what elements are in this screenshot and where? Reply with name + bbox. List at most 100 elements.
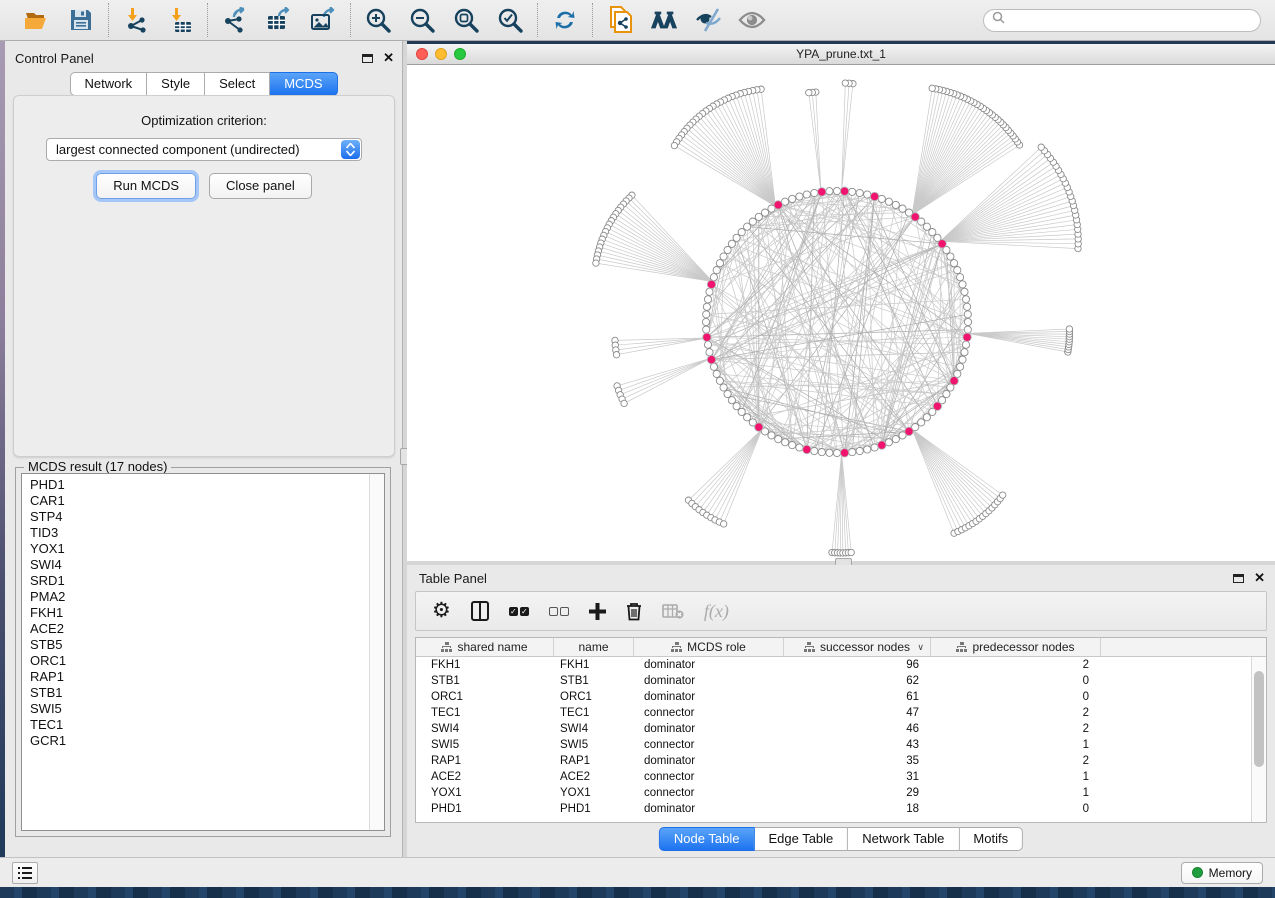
column-header[interactable]: MCDS role bbox=[634, 638, 784, 656]
network-window-titlebar[interactable]: YPA_prune.txt_1 bbox=[407, 44, 1275, 65]
cell: connector bbox=[634, 771, 784, 783]
float-panel-icon[interactable] bbox=[362, 54, 373, 63]
zoom-fit-icon[interactable] bbox=[452, 6, 480, 34]
criterion-select[interactable]: largest connected component (undirected) bbox=[46, 138, 362, 161]
mcds-result-item[interactable]: CAR1 bbox=[22, 493, 369, 509]
delete-column-icon[interactable] bbox=[626, 602, 642, 621]
table-row[interactable]: STB1STB1dominator620 bbox=[416, 673, 1251, 689]
zoom-selected-icon[interactable] bbox=[496, 6, 524, 34]
export-network-icon[interactable] bbox=[221, 6, 249, 34]
cell: dominator bbox=[634, 675, 784, 687]
cell: 0 bbox=[931, 675, 1101, 687]
mcds-result-item[interactable]: SWI5 bbox=[22, 701, 369, 717]
hide-selected-icon[interactable] bbox=[694, 6, 722, 34]
mcds-result-item[interactable]: RAP1 bbox=[22, 669, 369, 685]
table-settings-icon[interactable]: ⚙ bbox=[432, 601, 451, 621]
export-image-icon[interactable] bbox=[309, 6, 337, 34]
cell: 61 bbox=[784, 691, 931, 703]
table-row[interactable]: TEC1TEC1connector472 bbox=[416, 705, 1251, 721]
cell: 2 bbox=[931, 707, 1101, 719]
tab-network-table[interactable]: Network Table bbox=[848, 827, 959, 851]
cell: YOX1 bbox=[416, 787, 554, 799]
mcds-result-item[interactable]: FKH1 bbox=[22, 605, 369, 621]
column-layout-icon[interactable] bbox=[471, 601, 489, 621]
binoculars-icon[interactable] bbox=[650, 6, 678, 34]
import-table-icon[interactable] bbox=[166, 6, 194, 34]
add-column-icon[interactable] bbox=[589, 603, 606, 620]
cell: 1 bbox=[931, 787, 1101, 799]
cell: connector bbox=[634, 787, 784, 799]
mcds-result-item[interactable]: STP4 bbox=[22, 509, 369, 525]
save-session-icon[interactable] bbox=[67, 6, 95, 34]
tab-node-table[interactable]: Node Table bbox=[659, 827, 755, 851]
cell: dominator bbox=[634, 803, 784, 815]
main-toolbar bbox=[0, 0, 1275, 41]
table-row[interactable]: RAP1RAP1dominator352 bbox=[416, 753, 1251, 769]
tab-edge-table[interactable]: Edge Table bbox=[754, 827, 848, 851]
sort-chevron-icon: ∨ bbox=[917, 642, 924, 653]
hierarchy-icon bbox=[956, 642, 967, 652]
mcds-result-item[interactable]: TID3 bbox=[22, 525, 369, 541]
float-panel-icon[interactable] bbox=[1233, 574, 1244, 583]
table-row[interactable]: ACE2ACE2connector311 bbox=[416, 769, 1251, 785]
column-header[interactable]: predecessor nodes bbox=[931, 638, 1101, 656]
column-label: MCDS role bbox=[687, 640, 746, 654]
tab-select[interactable]: Select bbox=[205, 72, 270, 96]
table-row[interactable]: FKH1FKH1dominator962 bbox=[416, 657, 1251, 673]
table-row[interactable]: SWI4SWI4dominator462 bbox=[416, 721, 1251, 737]
select-all-icon[interactable]: ✓✓ bbox=[509, 607, 529, 616]
mcds-result-item[interactable]: ACE2 bbox=[22, 621, 369, 637]
table-row[interactable]: PHD1PHD1dominator180 bbox=[416, 801, 1251, 817]
mcds-result-item[interactable]: GCR1 bbox=[22, 733, 369, 749]
run-mcds-button[interactable]: Run MCDS bbox=[96, 173, 196, 199]
table-row[interactable]: ORC1ORC1dominator610 bbox=[416, 689, 1251, 705]
import-network-icon[interactable] bbox=[122, 6, 150, 34]
zoom-out-icon[interactable] bbox=[408, 6, 436, 34]
table-row[interactable]: YOX1YOX1connector291 bbox=[416, 785, 1251, 801]
tab-network[interactable]: Network bbox=[69, 72, 147, 96]
mcds-result-item[interactable]: STB1 bbox=[22, 685, 369, 701]
table-body: FKH1FKH1dominator962STB1STB1dominator620… bbox=[416, 657, 1251, 822]
task-history-button[interactable] bbox=[12, 862, 38, 884]
cell: ACE2 bbox=[554, 771, 634, 783]
table-scrollbar[interactable] bbox=[1251, 657, 1266, 822]
show-all-icon[interactable] bbox=[738, 6, 766, 34]
table-panel: Table Panel ✕ ⚙ ✓✓ bbox=[407, 565, 1275, 858]
zoom-in-icon[interactable] bbox=[364, 6, 392, 34]
tab-style[interactable]: Style bbox=[147, 72, 205, 96]
column-header[interactable]: successor nodes∨ bbox=[784, 638, 931, 656]
column-header[interactable]: name bbox=[554, 638, 634, 656]
mcds-result-item[interactable]: SWI4 bbox=[22, 557, 369, 573]
cell: PHD1 bbox=[554, 803, 634, 815]
tab-motifs[interactable]: Motifs bbox=[959, 827, 1023, 851]
search-field[interactable] bbox=[983, 9, 1261, 32]
table-scrollbar-thumb[interactable] bbox=[1254, 671, 1264, 767]
table-row[interactable]: SWI5SWI5connector431 bbox=[416, 737, 1251, 753]
close-panel-icon[interactable]: ✕ bbox=[383, 53, 394, 63]
cell: ORC1 bbox=[416, 691, 554, 703]
cell: connector bbox=[634, 707, 784, 719]
column-header[interactable]: shared name bbox=[416, 638, 554, 656]
mcds-result-item[interactable]: SRD1 bbox=[22, 573, 369, 589]
search-input[interactable] bbox=[1010, 13, 1252, 27]
mcds-result-item[interactable]: YOX1 bbox=[22, 541, 369, 557]
mcds-result-item[interactable]: PMA2 bbox=[22, 589, 369, 605]
mcds-result-list[interactable]: PHD1CAR1STP4TID3YOX1SWI4SRD1PMA2FKH1ACE2… bbox=[21, 473, 385, 831]
mcds-result-item[interactable]: TEC1 bbox=[22, 717, 369, 733]
network-canvas[interactable] bbox=[407, 65, 1275, 560]
mcds-result-item[interactable]: ORC1 bbox=[22, 653, 369, 669]
close-panel-icon[interactable]: ✕ bbox=[1254, 573, 1265, 583]
mcds-list-scrollbar[interactable] bbox=[369, 474, 384, 830]
tab-mcds[interactable]: MCDS bbox=[270, 72, 337, 96]
open-file-icon[interactable] bbox=[23, 6, 51, 34]
refresh-icon[interactable] bbox=[551, 6, 579, 34]
hierarchy-icon bbox=[441, 642, 452, 652]
deselect-all-icon[interactable] bbox=[549, 607, 569, 616]
mcds-result-item[interactable]: PHD1 bbox=[22, 477, 369, 493]
memory-button[interactable]: Memory bbox=[1181, 862, 1263, 884]
clone-network-icon[interactable] bbox=[606, 6, 634, 34]
mcds-result-item[interactable]: STB5 bbox=[22, 637, 369, 653]
control-panel-tabs: NetworkStyleSelectMCDS bbox=[69, 72, 337, 96]
close-panel-button[interactable]: Close panel bbox=[209, 173, 312, 199]
export-table-icon[interactable] bbox=[265, 6, 293, 34]
